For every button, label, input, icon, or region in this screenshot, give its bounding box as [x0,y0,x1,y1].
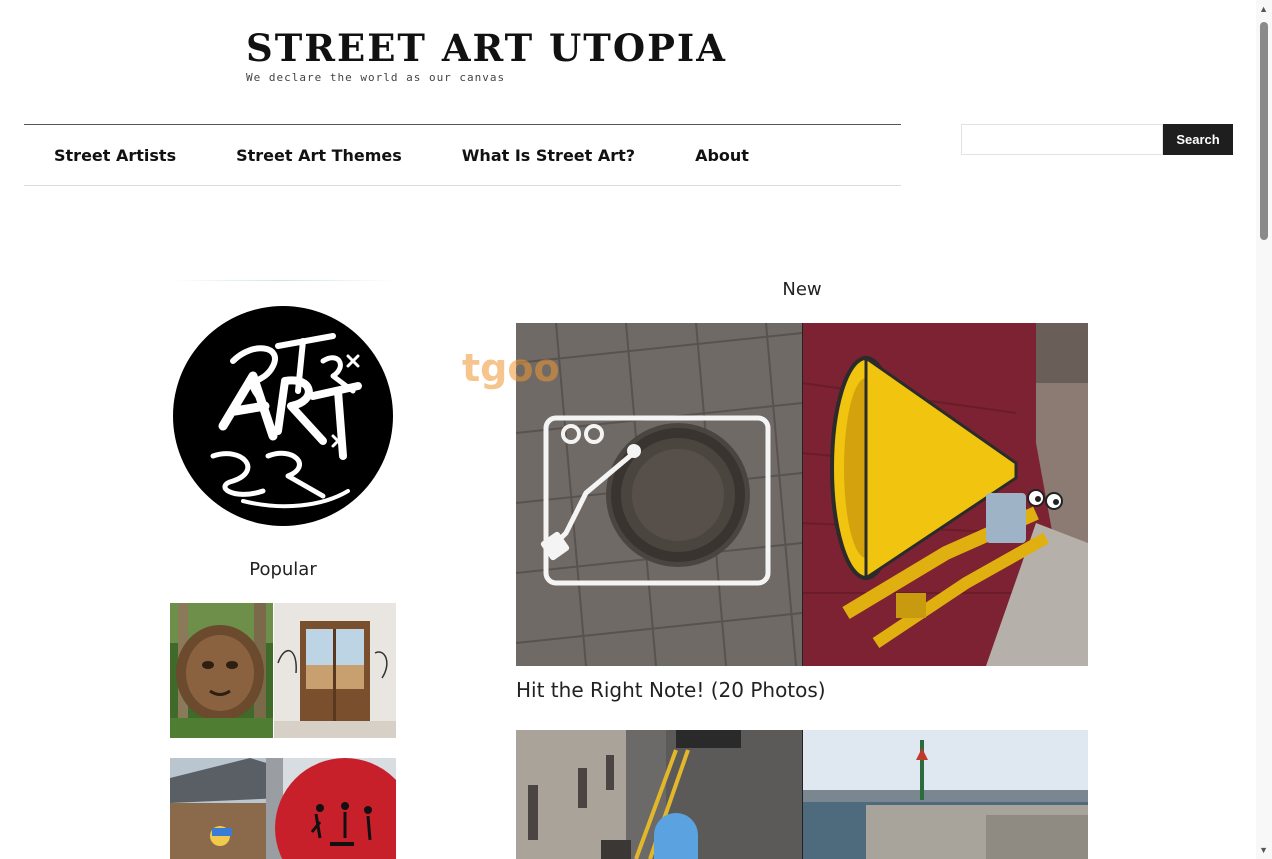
nav-item-street-artists[interactable]: Street Artists [54,146,176,165]
post-title[interactable]: Hit the Right Note! (20 Photos) [516,678,826,702]
popular-post-thumbnail[interactable] [170,603,396,738]
nav-item-what-is-street-art[interactable]: What Is Street Art? [462,146,635,165]
popular-post-thumbnail[interactable] [170,758,396,859]
search-button[interactable]: Search [1163,124,1233,155]
site-tagline: We declare the world as our canvas [246,71,506,84]
scroll-up-arrow-icon[interactable]: ▲ [1259,4,1268,14]
street-and-harbor-image [516,730,1088,859]
scroll-down-arrow-icon[interactable]: ▼ [1259,845,1268,855]
turntable-and-trumpet-street-art-image [516,323,1088,666]
nav-item-street-art-themes[interactable]: Street Art Themes [236,146,402,165]
scrollbar-thumb[interactable] [1260,22,1268,240]
featured-post-image[interactable] [516,323,1088,666]
scrollbar[interactable]: ▲ ▼ [1256,0,1272,859]
post-image[interactable] [516,730,1088,859]
street-art-utopia-logo[interactable] [173,306,393,526]
popular-image-wood-face-and-door [170,603,396,738]
main-nav: Street Artists Street Art Themes What Is… [24,124,901,186]
site-title[interactable]: STREET ART UTOPIA [246,26,727,70]
new-heading: New [782,279,822,300]
popular-heading: Popular [249,559,317,580]
popular-image-house-and-red-ball [170,758,396,859]
search-input[interactable] [961,124,1163,155]
graffiti-tag-logo-icon [210,333,362,509]
sidebar-divider [170,280,396,281]
nav-item-about[interactable]: About [695,146,749,165]
watermark-text: tgoo [462,346,560,390]
